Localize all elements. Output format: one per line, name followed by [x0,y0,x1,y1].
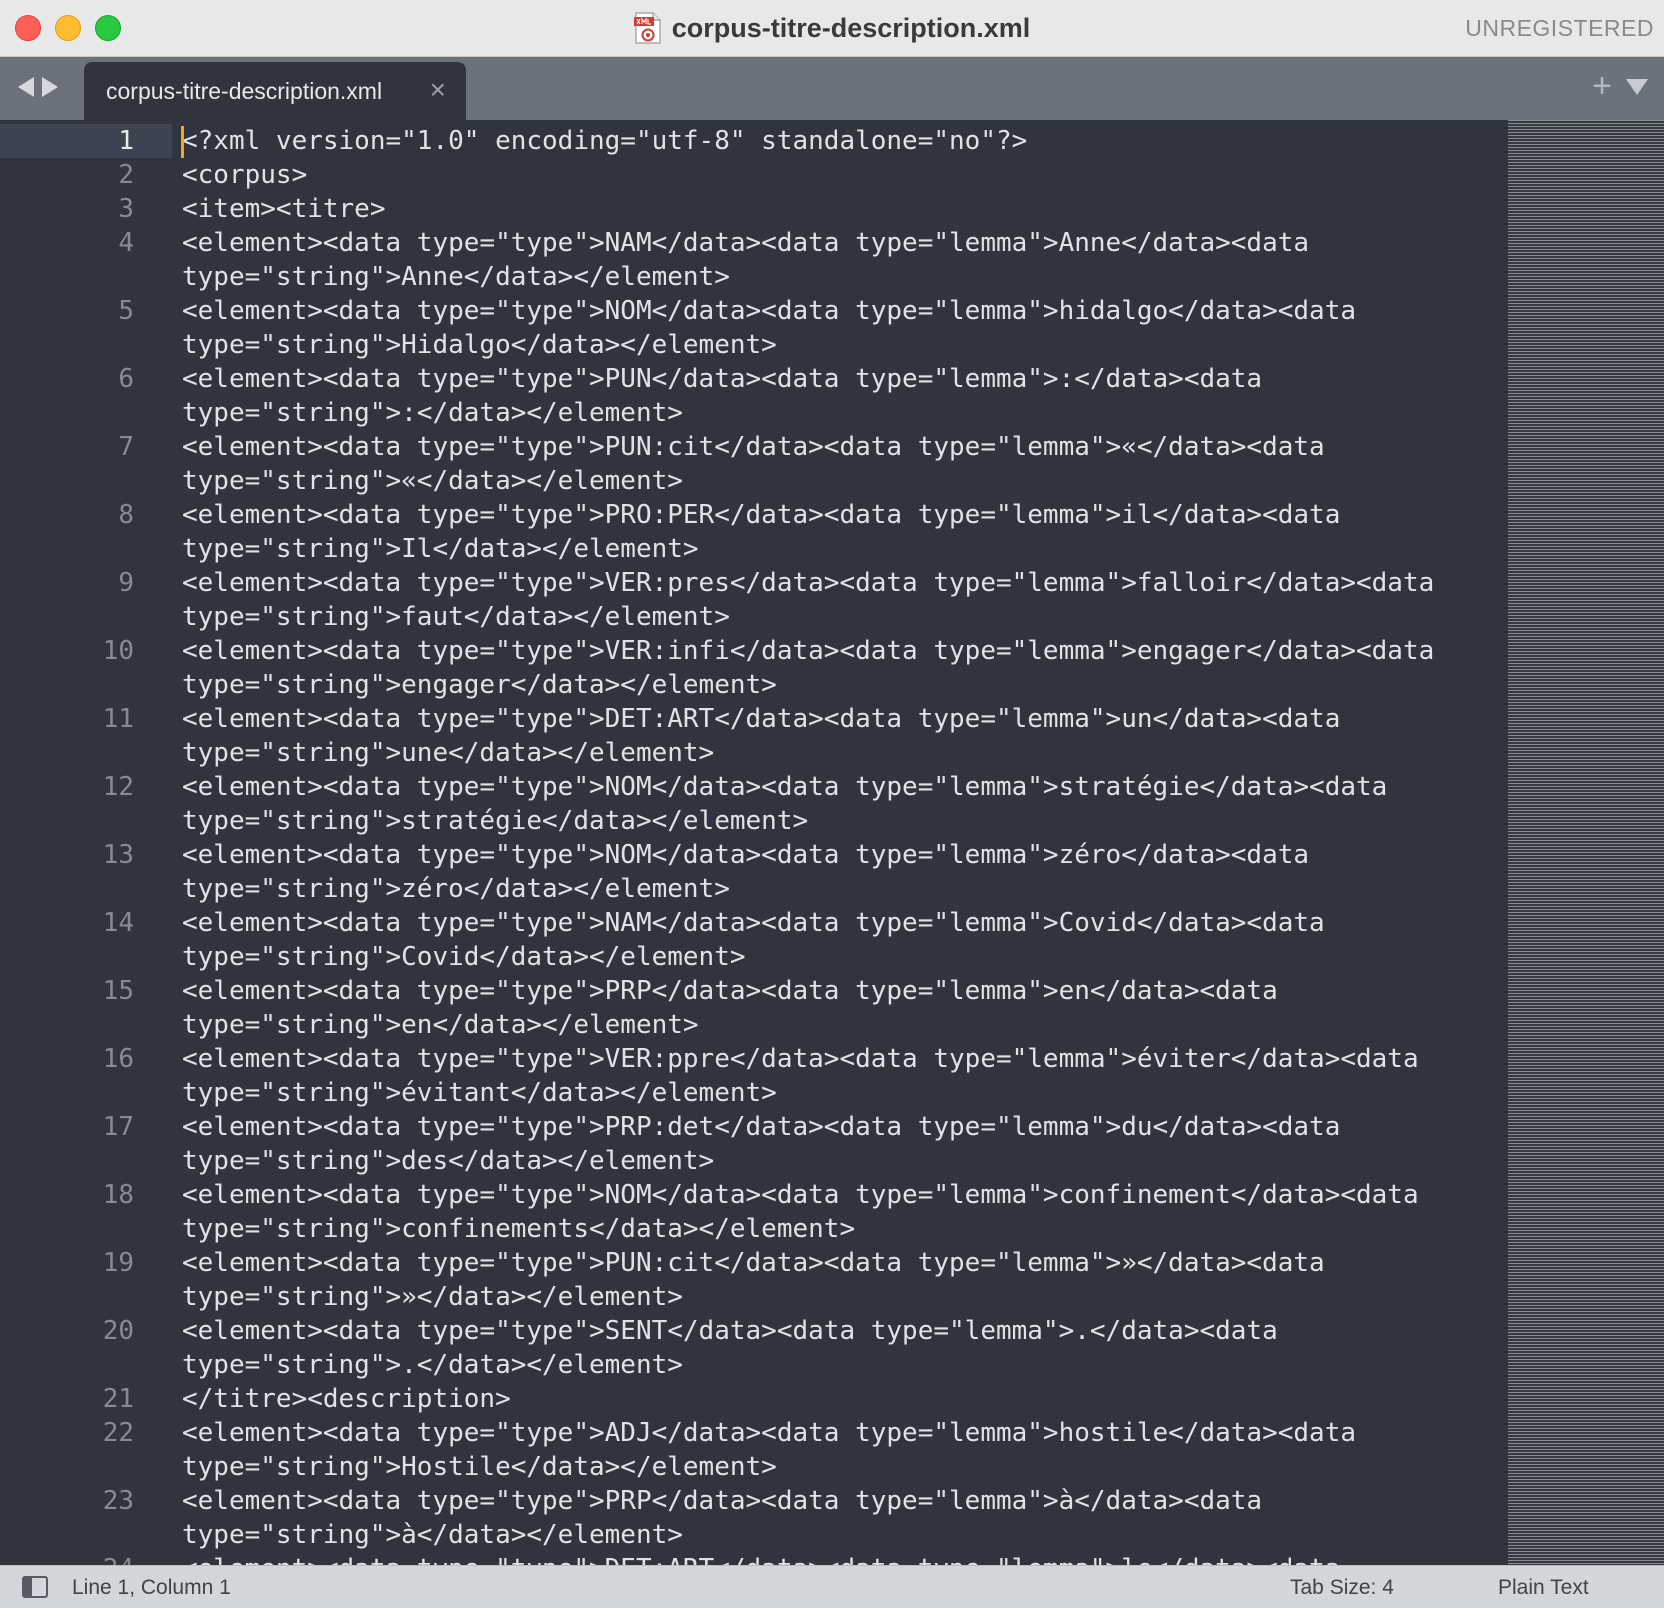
tab-navigation [18,77,58,97]
code-line[interactable]: 1 <?xml version="1.0" encoding="utf-8" st… [0,124,1500,158]
code-line[interactable]: 22 <element><data type="type">ADJ</data><… [0,1416,1500,1484]
line-number: 19 [102,1248,134,1278]
line-text[interactable]: <corpus> [182,158,1472,192]
syntax-selector[interactable]: Plain Text [1498,1576,1589,1600]
tab-bar: corpus-titre-description.xml × + [0,57,1664,120]
code-line[interactable]: 24 <element><data type="type">DET:ART</da… [0,1552,1500,1565]
line-text[interactable]: <element><data type="type">DET:ART</data… [182,1552,1472,1565]
tab-label: corpus-titre-description.xml [106,77,383,104]
line-number: 10 [102,636,134,666]
code-line[interactable]: 5 <element><data type="type">NOM</data><d… [0,294,1500,362]
code-line[interactable]: 8 <element><data type="type">PRO:PER</dat… [0,498,1500,566]
line-number: 22 [102,1418,134,1448]
line-number: 12 [102,772,134,802]
line-text[interactable]: <element><data type="type">NOM</data><da… [182,294,1472,362]
code-line[interactable]: 2 <corpus> [0,158,1500,192]
line-number: 15 [102,976,134,1006]
line-number: 14 [102,908,134,938]
status-bar: Line 1, Column 1 Tab Size: 4 Plain Text [0,1565,1664,1608]
code-line[interactable]: 23 <element><data type="type">PRP</data><… [0,1484,1500,1552]
unregistered-label: UNREGISTERED [1465,15,1654,41]
previous-tab-icon[interactable] [18,77,34,97]
line-number: 13 [102,840,134,870]
close-tab-icon[interactable]: × [430,76,446,104]
line-text[interactable]: <element><data type="type">NOM</data><da… [182,770,1472,838]
line-number: 9 [118,568,134,598]
code-line[interactable]: 7 <element><data type="type">PUN:cit</dat… [0,430,1500,498]
line-text[interactable]: <element><data type="type">SENT</data><d… [182,1314,1472,1382]
line-text[interactable]: <element><data type="type">NOM</data><da… [182,838,1472,906]
tab-list-dropdown-icon[interactable] [1626,79,1648,95]
code-line[interactable]: 12 <element><data type="type">NOM</data><… [0,770,1500,838]
line-number: 2 [118,160,134,190]
code-line[interactable]: 9 <element><data type="type">VER:pres</da… [0,566,1500,634]
line-text[interactable]: <element><data type="type">VER:pres</dat… [182,566,1472,634]
sidebar-toggle-icon[interactable] [22,1576,48,1598]
minimap-viewport[interactable] [1508,120,1664,1565]
code-line[interactable]: 20 <element><data type="type">SENT</data>… [0,1314,1500,1382]
xml-file-icon [633,12,662,44]
line-text[interactable]: </titre><description> [182,1382,1472,1416]
code-line[interactable]: 16 <element><data type="type">VER:ppre</d… [0,1042,1500,1110]
line-text[interactable]: <element><data type="type">NOM</data><da… [182,1178,1472,1246]
title-bar[interactable]: corpus-titre-description.xml UNREGISTERE… [0,0,1664,57]
line-number: 3 [118,194,134,224]
line-number: 21 [102,1384,134,1414]
next-tab-icon[interactable] [42,77,58,97]
line-text[interactable]: <element><data type="type">PRP</data><da… [182,974,1472,1042]
code-line[interactable]: 14 <element><data type="type">NAM</data><… [0,906,1500,974]
line-number: 23 [102,1486,134,1516]
line-text[interactable]: <element><data type="type">NAM</data><da… [182,226,1472,294]
line-number: 4 [118,228,134,258]
line-number: 6 [118,364,134,394]
line-text[interactable]: <element><data type="type">PUN:cit</data… [182,430,1472,498]
editor-window: corpus-titre-description.xml UNREGISTERE… [0,0,1664,1608]
line-text[interactable]: <element><data type="type">NAM</data><da… [182,906,1472,974]
line-number: 11 [102,704,134,734]
code-line[interactable]: 13 <element><data type="type">NOM</data><… [0,838,1500,906]
code-editor[interactable]: 1 <?xml version="1.0" encoding="utf-8" st… [0,120,1664,1565]
line-number: 8 [118,500,134,530]
line-number: 7 [118,432,134,462]
line-text[interactable]: <element><data type="type">VER:infi</dat… [182,634,1472,702]
line-text[interactable]: <element><data type="type">DET:ART</data… [182,702,1472,770]
line-number: 18 [102,1180,134,1210]
line-text[interactable]: <element><data type="type">VER:ppre</dat… [182,1042,1472,1110]
line-text[interactable]: <?xml version="1.0" encoding="utf-8" sta… [182,124,1472,158]
line-number: 16 [102,1044,134,1074]
tab-size-selector[interactable]: Tab Size: 4 [1290,1576,1394,1600]
code-line[interactable]: 6 <element><data type="type">PUN</data><d… [0,362,1500,430]
line-number: 1 [118,126,134,156]
line-text[interactable]: <element><data type="type">PRP:det</data… [182,1110,1472,1178]
line-text[interactable]: <element><data type="type">PRO:PER</data… [182,498,1472,566]
code-line[interactable]: 3 <item><titre> [0,192,1500,226]
tab-corpus-titre-description[interactable]: corpus-titre-description.xml × [84,62,466,120]
code-line[interactable]: 17 <element><data type="type">PRP:det</da… [0,1110,1500,1178]
code-line[interactable]: 15 <element><data type="type">PRP</data><… [0,974,1500,1042]
line-text[interactable]: <element><data type="type">PUN</data><da… [182,362,1472,430]
line-number: 5 [118,296,134,326]
text-caret [181,126,184,158]
line-text[interactable]: <element><data type="type">PUN:cit</data… [182,1246,1472,1314]
line-number: 20 [102,1316,134,1346]
line-text[interactable]: <item><titre> [182,192,1472,226]
line-text[interactable]: <element><data type="type">ADJ</data><da… [182,1416,1472,1484]
code-line[interactable]: 18 <element><data type="type">NOM</data><… [0,1178,1500,1246]
line-number: 24 [0,1552,134,1565]
new-tab-icon[interactable]: + [1592,69,1612,103]
code-line[interactable]: 4 <element><data type="type">NAM</data><d… [0,226,1500,294]
window-title: corpus-titre-description.xml [671,12,1031,43]
cursor-position[interactable]: Line 1, Column 1 [72,1576,231,1600]
code-line[interactable]: 21 </titre><description> [0,1382,1500,1416]
code-line[interactable]: 19 <element><data type="type">PUN:cit</da… [0,1246,1500,1314]
code-line[interactable]: 11 <element><data type="type">DET:ART</da… [0,702,1500,770]
window-title-group: corpus-titre-description.xml [0,0,1664,56]
line-text[interactable]: <element><data type="type">PRP</data><da… [182,1484,1472,1552]
line-number: 17 [102,1112,134,1142]
code-line[interactable]: 10 <element><data type="type">VER:infi</d… [0,634,1500,702]
minimap[interactable] [1508,120,1664,1565]
code-lines[interactable]: 1 <?xml version="1.0" encoding="utf-8" st… [0,124,1500,1565]
